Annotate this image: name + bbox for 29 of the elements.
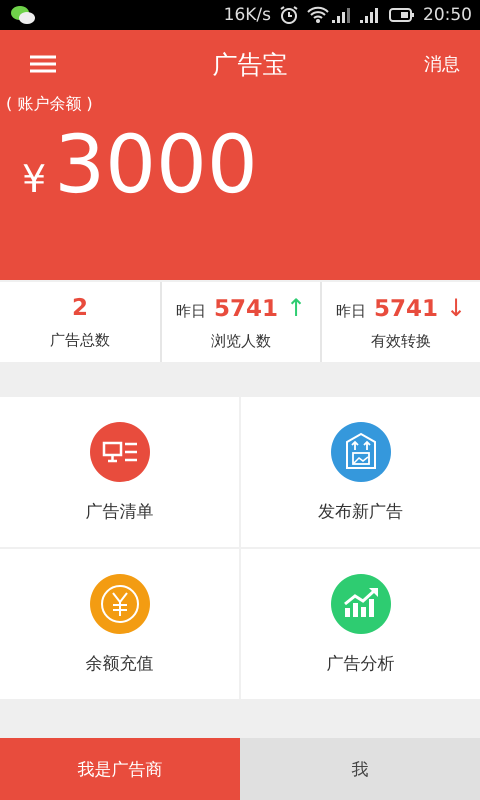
balance-label: ( 账户余额 ) — [5, 94, 94, 115]
alarm-icon — [279, 5, 299, 25]
yesterday-label: 昨日 — [176, 302, 206, 320]
clock-time: 20:50 — [423, 5, 472, 25]
stat-label: 有效转换 — [371, 332, 431, 350]
menu-icon[interactable] — [30, 54, 56, 74]
menu-tile[interactable]: 余额充值 — [0, 549, 239, 699]
cell-signal-icon — [359, 6, 381, 24]
battery-icon — [389, 7, 415, 23]
stat-label: 广告总数 — [50, 330, 110, 350]
stat-value: 2 — [72, 294, 88, 320]
currency-symbol: ¥ — [22, 157, 46, 201]
up-arrow: ↑ — [286, 294, 306, 322]
stat-label: 浏览人数 — [211, 332, 271, 350]
stat-value: 5741 — [374, 296, 438, 322]
balance-amount: 3000 — [54, 119, 258, 211]
menu-tile[interactable]: 发布新广告 — [241, 397, 480, 547]
menu-tile[interactable]: 广告分析 — [241, 549, 480, 699]
down-arrow: ↓ — [446, 294, 466, 322]
yesterday-label: 昨日 — [336, 302, 366, 320]
network-speed: 16K/s — [224, 5, 271, 25]
bottom-tab[interactable]: 我 — [240, 738, 480, 800]
bottom-tab[interactable]: 我是广告商 — [0, 738, 240, 800]
stat-value: 5741 — [214, 296, 278, 322]
chat-app-icon — [10, 5, 36, 25]
app-title: 广告宝 — [212, 48, 288, 80]
wifi-signal-icon — [307, 6, 351, 24]
messages-link[interactable]: 消息 — [424, 52, 460, 76]
menu-tile[interactable]: 广告清单 — [0, 397, 239, 547]
